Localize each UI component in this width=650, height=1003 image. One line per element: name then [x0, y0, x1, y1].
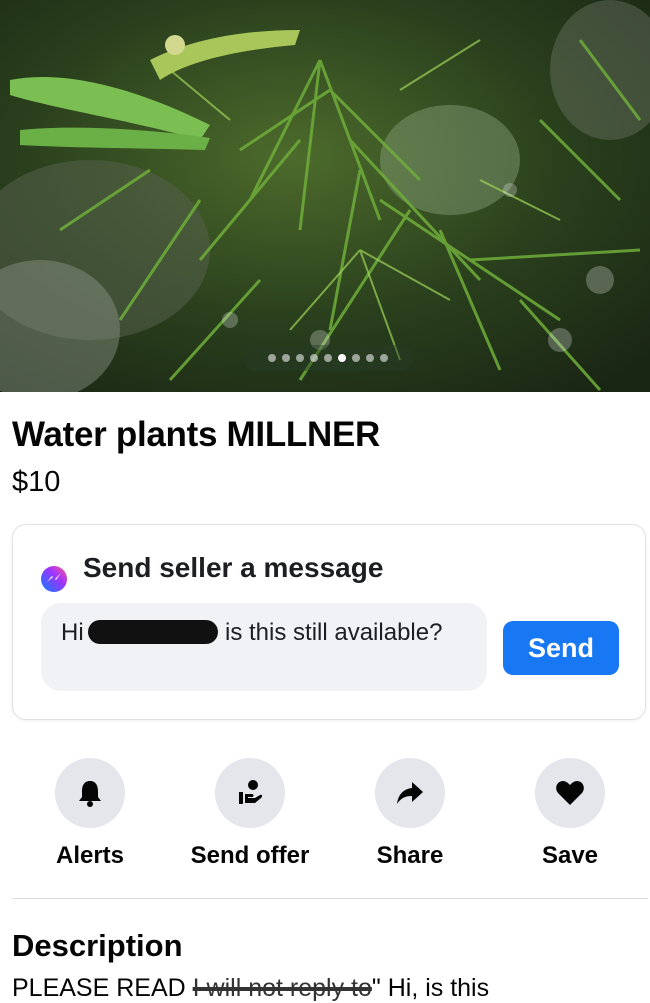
redacted-name: [88, 620, 219, 644]
message-input[interactable]: Hi is this still available?: [41, 603, 487, 691]
carousel-dot[interactable]: [282, 354, 290, 362]
description-rest: " Hi, is this: [371, 974, 490, 1002]
send-offer-button[interactable]: [215, 758, 285, 828]
share-button[interactable]: [375, 758, 445, 828]
save-label: Save: [541, 842, 599, 869]
listing-title: Water plants MILLNER: [12, 415, 380, 454]
message-body: is this still available?: [225, 619, 443, 646]
description-heading: Description: [12, 928, 183, 963]
description-lead: PLEASE READ: [12, 974, 186, 1002]
section-divider: [12, 898, 648, 899]
alerts-action[interactable]: Alerts: [10, 758, 170, 870]
carousel-dot[interactable]: [352, 354, 360, 362]
share-icon: [397, 782, 423, 804]
action-bar: Alerts Send offer Share Save: [0, 758, 650, 878]
send-button[interactable]: Send: [503, 621, 619, 675]
save-button[interactable]: [535, 758, 605, 828]
alerts-label: Alerts: [55, 842, 125, 869]
listing-photo[interactable]: [0, 0, 650, 392]
heart-icon: [556, 781, 584, 805]
aquatic-plants-photo-image: [0, 0, 650, 392]
carousel-dot-active[interactable]: [338, 354, 346, 362]
carousel-dot[interactable]: [268, 354, 276, 362]
send-offer-label: Send offer: [190, 842, 310, 869]
carousel-dot[interactable]: [310, 354, 318, 362]
bell-icon: [79, 781, 101, 807]
description-struck-text: I will not reply to: [192, 974, 372, 1002]
carousel-dot[interactable]: [366, 354, 374, 362]
message-greeting: Hi: [61, 619, 84, 646]
carousel-indicator[interactable]: [243, 345, 413, 371]
send-offer-action[interactable]: Send offer: [170, 758, 330, 870]
save-action[interactable]: Save: [490, 758, 650, 870]
share-action[interactable]: Share: [330, 758, 490, 870]
message-heading: Send seller a message: [83, 552, 384, 583]
messenger-icon: [41, 566, 67, 592]
carousel-dot[interactable]: [296, 354, 304, 362]
listing-price: $10: [12, 466, 61, 498]
share-label: Share: [376, 842, 444, 869]
alerts-button[interactable]: [55, 758, 125, 828]
message-card: Send seller a message Hi is this still a…: [12, 524, 646, 720]
description-text: PLEASE READ I will not reply to" Hi, is …: [12, 974, 489, 1003]
carousel-dot[interactable]: [324, 354, 332, 362]
carousel-dot[interactable]: [380, 354, 388, 362]
offer-icon: [239, 780, 263, 804]
